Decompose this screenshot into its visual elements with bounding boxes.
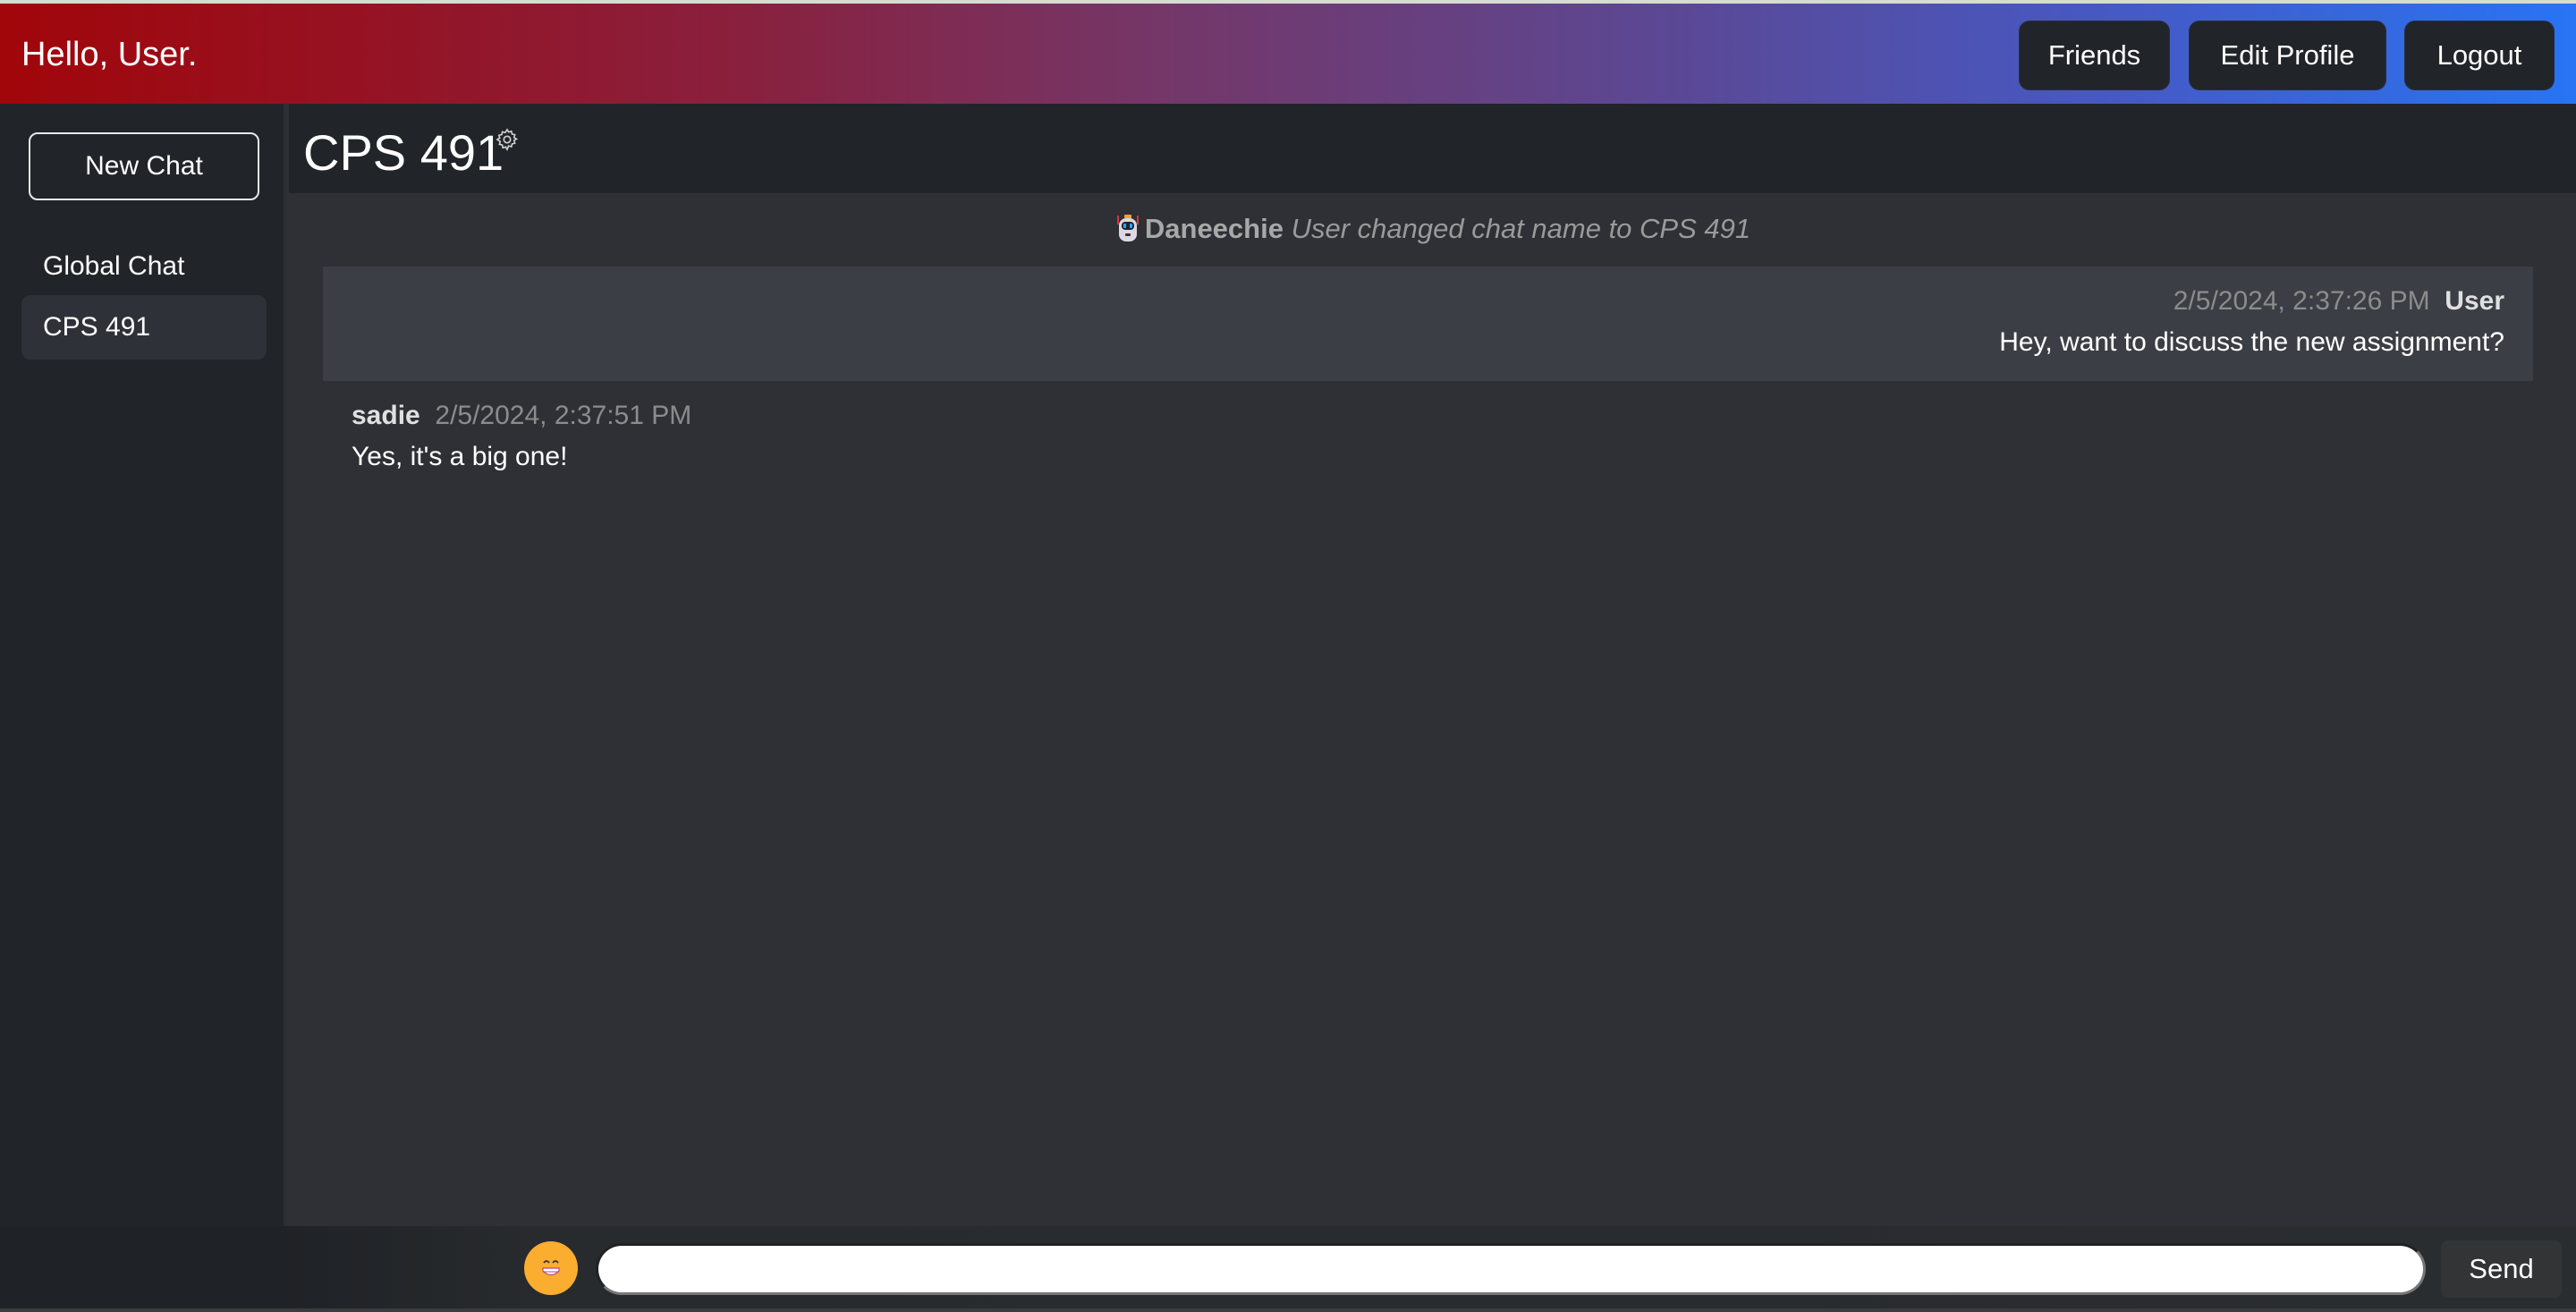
message-input[interactable] <box>596 1243 2426 1295</box>
system-message-text: User changed chat name to CPS 491 <box>1291 213 1751 244</box>
sidebar-item-label: CPS 491 <box>43 312 151 342</box>
greeting: Hello, User. <box>21 36 198 73</box>
friends-button[interactable]: Friends <box>2019 21 2170 90</box>
message-item: 2/5/2024, 2:37:26 PM User Hey, want to d… <box>323 267 2533 381</box>
logout-button[interactable]: Logout <box>2404 21 2555 90</box>
gear-icon[interactable] <box>495 127 520 152</box>
sidebar-item-cps-491[interactable]: CPS 491 <box>21 295 267 360</box>
message-timestamp: 2/5/2024, 2:37:51 PM <box>435 401 692 430</box>
system-message-author: Daneechie <box>1144 213 1284 244</box>
sidebar-item-label: Global Chat <box>43 251 185 281</box>
new-chat-button[interactable]: New Chat <box>29 132 259 200</box>
message-list: Daneechie User changed chat name to CPS … <box>289 193 2576 1226</box>
message-author: sadie <box>352 401 420 430</box>
message-text: Hey, want to discuss the new assignment? <box>1999 327 2504 357</box>
sidebar-item-global-chat[interactable]: Global Chat <box>21 234 267 299</box>
sidebar: New Chat Global Chat CPS 491 <box>0 104 286 1226</box>
message-author: User <box>2445 286 2504 316</box>
message-timestamp: 2/5/2024, 2:37:26 PM <box>2173 286 2430 316</box>
edit-profile-button[interactable]: Edit Profile <box>2189 21 2386 90</box>
system-message: Daneechie User changed chat name to CPS … <box>289 213 2576 245</box>
message-item: sadie 2/5/2024, 2:37:51 PM Yes, it's a b… <box>352 401 691 472</box>
robot-icon <box>1114 214 1141 242</box>
message-text: Yes, it's a big one! <box>352 442 568 471</box>
chat-title: CPS 491 <box>303 124 504 181</box>
send-button[interactable]: Send <box>2441 1240 2562 1298</box>
composer-bottom-edge <box>0 1308 2576 1312</box>
navbar: Hello, User. Friends Edit Profile Logout <box>0 4 2576 104</box>
grinning-face-icon[interactable] <box>524 1241 578 1295</box>
chat-header: CPS 491 <box>289 104 2576 193</box>
